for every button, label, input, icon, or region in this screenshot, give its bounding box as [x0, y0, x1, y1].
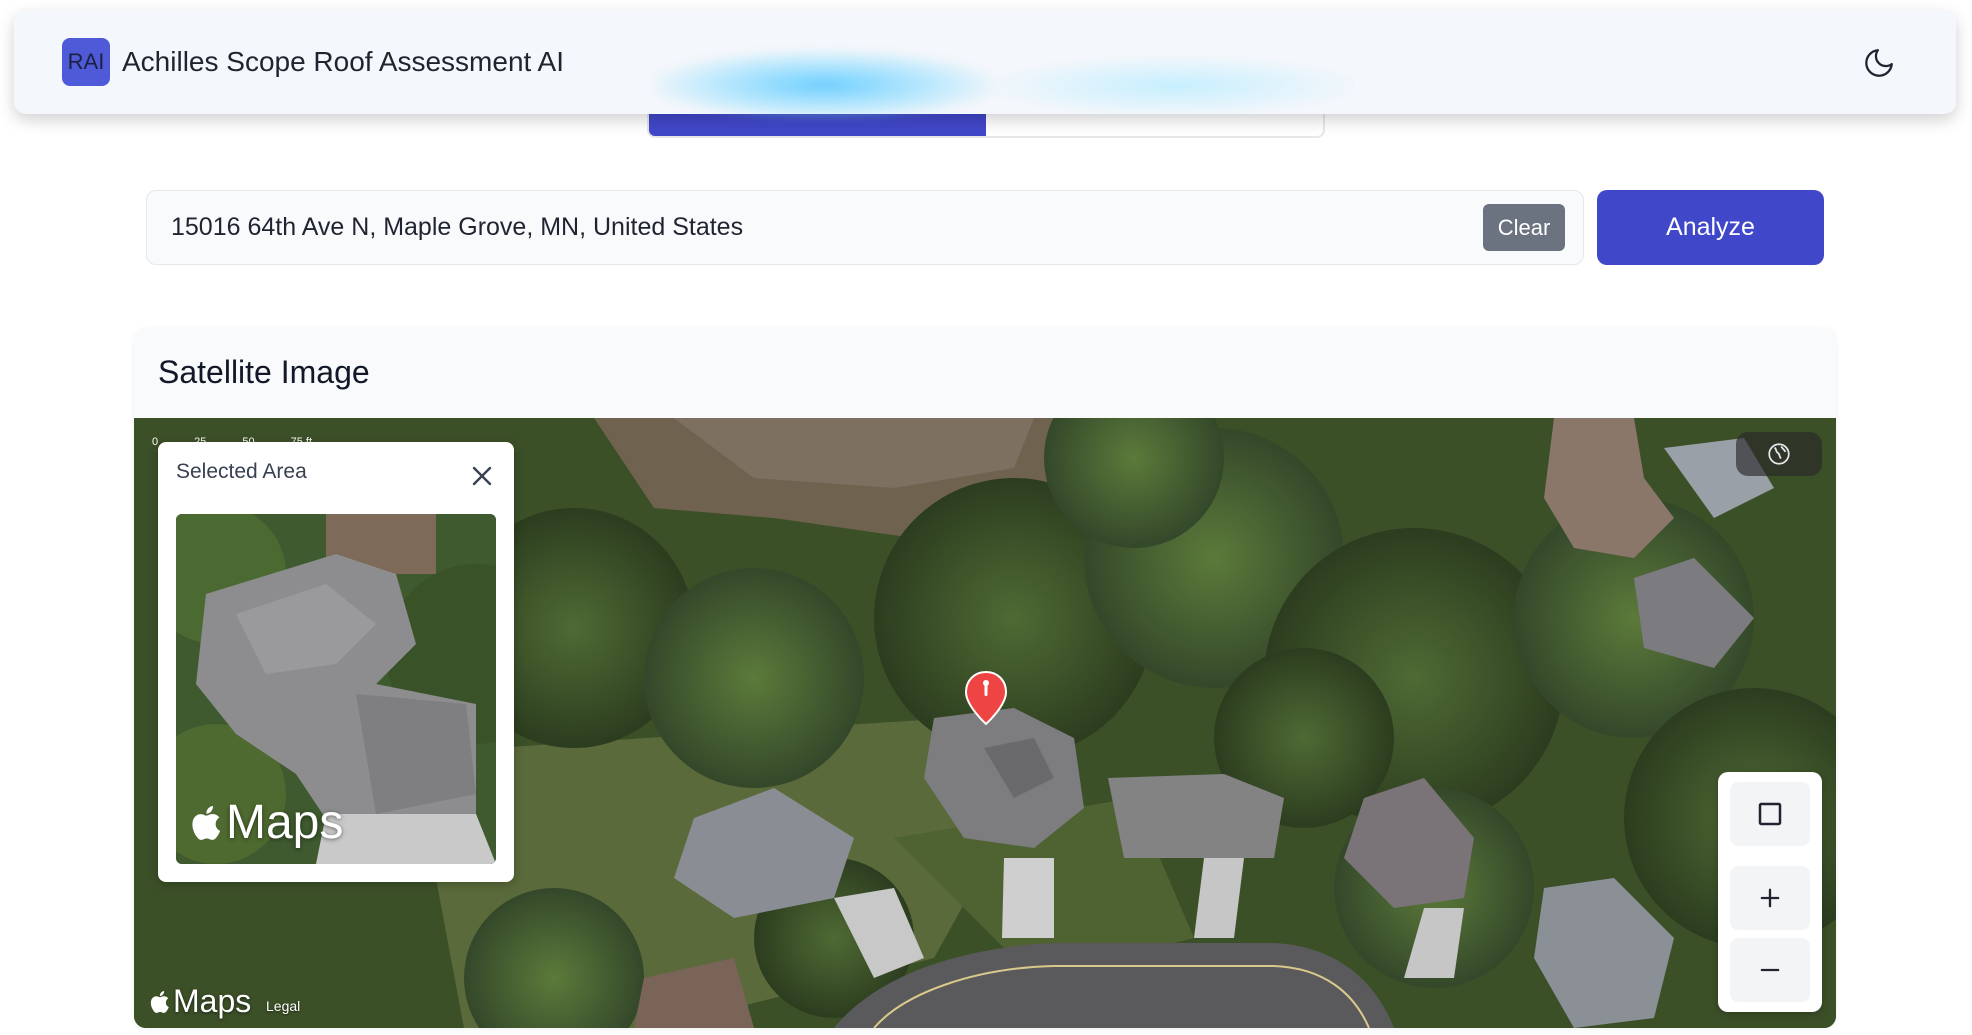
maps-brand-text: Maps	[226, 796, 344, 849]
draw-area-button[interactable]	[1730, 782, 1810, 846]
satellite-card-header: Satellite Image	[134, 328, 1836, 418]
square-select-icon	[1758, 802, 1782, 826]
satellite-card: Satellite Image 0 Selected Area Maps Map…	[134, 328, 1836, 1028]
apple-icon	[192, 805, 221, 840]
clear-button[interactable]: Clear	[1483, 204, 1565, 251]
zoom-in-button[interactable]	[1730, 866, 1810, 930]
theme-toggle-button[interactable]	[1862, 46, 1896, 80]
app-logo: RAI	[62, 38, 110, 86]
maps-brand-text: Maps	[173, 983, 252, 1019]
plus-icon	[1760, 888, 1780, 908]
app-title: Achilles Scope Roof Assessment AI	[122, 46, 564, 77]
minus-icon	[1760, 968, 1780, 972]
header-glow-secondary	[994, 56, 1354, 116]
selected-area-popup: Selected Area Maps	[158, 442, 514, 882]
globe-icon	[1768, 443, 1790, 465]
header-glow	[654, 50, 994, 120]
map-controls-panel	[1718, 772, 1822, 1012]
moon-icon	[1865, 49, 1893, 77]
apple-maps-attribution: Maps	[148, 983, 251, 1020]
app-header: RAI Achilles Scope Roof Assessment AI	[14, 10, 1956, 120]
analyze-button[interactable]: Analyze	[1597, 190, 1824, 265]
scale-label: 0	[152, 436, 159, 448]
zoom-out-button[interactable]	[1730, 938, 1810, 1002]
location-pin-icon[interactable]	[964, 670, 1008, 726]
legal-link[interactable]: Legal	[266, 998, 300, 1014]
close-button[interactable]	[466, 460, 498, 492]
address-search-box: Clear	[146, 190, 1584, 265]
apple-maps-logo: Maps	[188, 795, 343, 850]
popup-title: Selected Area	[176, 460, 307, 483]
selected-area-image: Maps	[176, 514, 496, 864]
satellite-title: Satellite Image	[158, 354, 370, 390]
apple-icon	[150, 990, 169, 1013]
map-type-button[interactable]	[1736, 432, 1822, 476]
close-icon	[472, 466, 492, 486]
address-input[interactable]	[171, 191, 1421, 264]
satellite-map[interactable]: 0 25 50 75 ft Selected Area	[134, 418, 1836, 1028]
